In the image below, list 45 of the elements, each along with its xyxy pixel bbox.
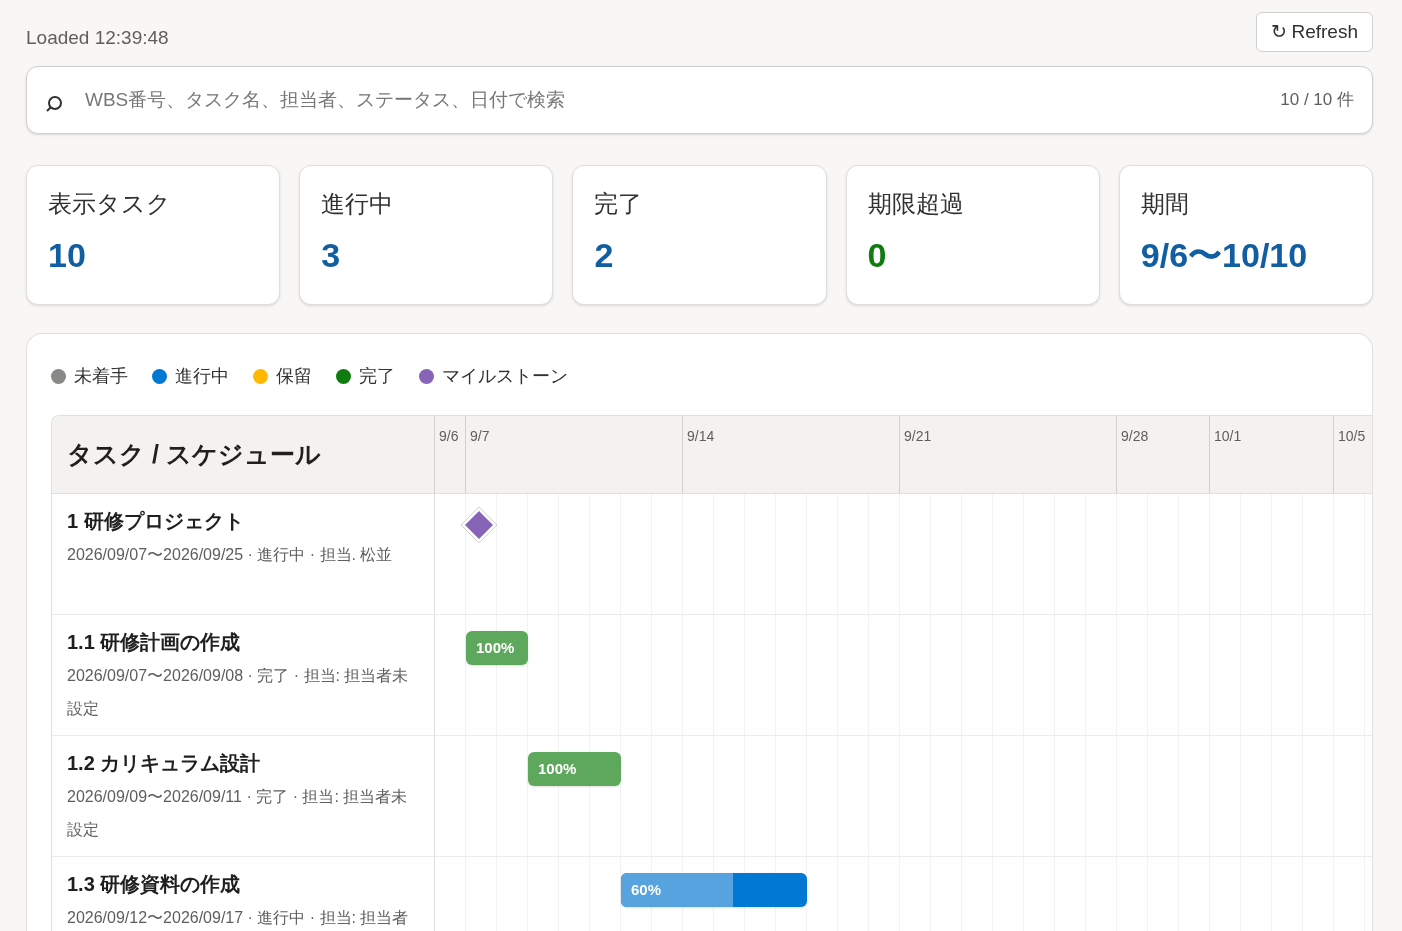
column-header: タスク / スケジュール (67, 438, 321, 470)
task-details: 2026/09/09〜2026/09/11 · 完了 · 担当: 担当者未設定 (67, 787, 409, 840)
stat-value: 9/6〜10/10 (1140, 235, 1309, 276)
task-title: 1.2 カリキュラム設計 (67, 751, 262, 776)
search-icon (45, 95, 63, 113)
stat-label: 進行中 (321, 189, 395, 219)
refresh-button[interactable]: ↻ Refresh (1256, 12, 1373, 52)
legend-label: 保留 (276, 364, 312, 388)
stat-label: 期間 (1140, 189, 1190, 219)
task-details: 2026/09/07〜2026/09/25 · 進行中 · 担当. 松並 (67, 545, 394, 565)
date-label: 9/14 (687, 428, 715, 444)
milestone-marker[interactable] (460, 506, 498, 544)
date-label: 10/5 (1338, 428, 1366, 444)
search-field[interactable]: WBS番号、タスク名、担当者、ステータス、日付で検索 10 / 10 件 (26, 66, 1373, 134)
stat-value: 3 (321, 235, 342, 276)
date-label: 10/1 (1214, 428, 1242, 444)
progress-label: 60% (631, 880, 662, 900)
loaded-time: Loaded 12:39:48 (26, 25, 169, 50)
date-label: 9/6 (439, 428, 459, 444)
date-label: 9/21 (904, 428, 932, 444)
task-title: 1.1 研修計画の作成 (67, 630, 242, 655)
date-label: 9/28 (1121, 428, 1149, 444)
task-bar[interactable]: 100% (528, 752, 621, 786)
stat-label: 完了 (594, 189, 644, 219)
legend-label: 進行中 (175, 364, 229, 388)
task-bar[interactable]: 60% (621, 873, 807, 907)
stat-value: 0 (867, 235, 888, 276)
task-title: 1 研修プロジェクト (67, 509, 245, 534)
progress-label: 100% (538, 759, 577, 779)
stat-value: 2 (594, 235, 615, 276)
progress-label: 100% (476, 638, 515, 658)
stat-label: 期限超過 (867, 189, 965, 219)
task-details: 2026/09/07〜2026/09/08 · 完了 · 担当: 担当者未設定 (67, 666, 410, 719)
task-details: 2026/09/12〜2026/09/17 · 進行中 · 担当: 担当者 (67, 908, 410, 928)
result-count: 10 / 10 件 (1280, 89, 1354, 112)
refresh-icon: ↻ (1271, 17, 1288, 47)
stat-value: 10 (48, 235, 87, 276)
stat-label: 表示タスク (48, 189, 172, 219)
legend-label: マイルストーン (442, 364, 568, 388)
date-label: 9/7 (470, 428, 490, 444)
legend-label: 完了 (359, 364, 395, 388)
search-input[interactable]: WBS番号、タスク名、担当者、ステータス、日付で検索 (85, 85, 1281, 115)
legend-label: 未着手 (74, 364, 128, 388)
task-bar[interactable]: 100% (466, 631, 528, 665)
task-title: 1.3 研修資料の作成 (67, 872, 242, 897)
